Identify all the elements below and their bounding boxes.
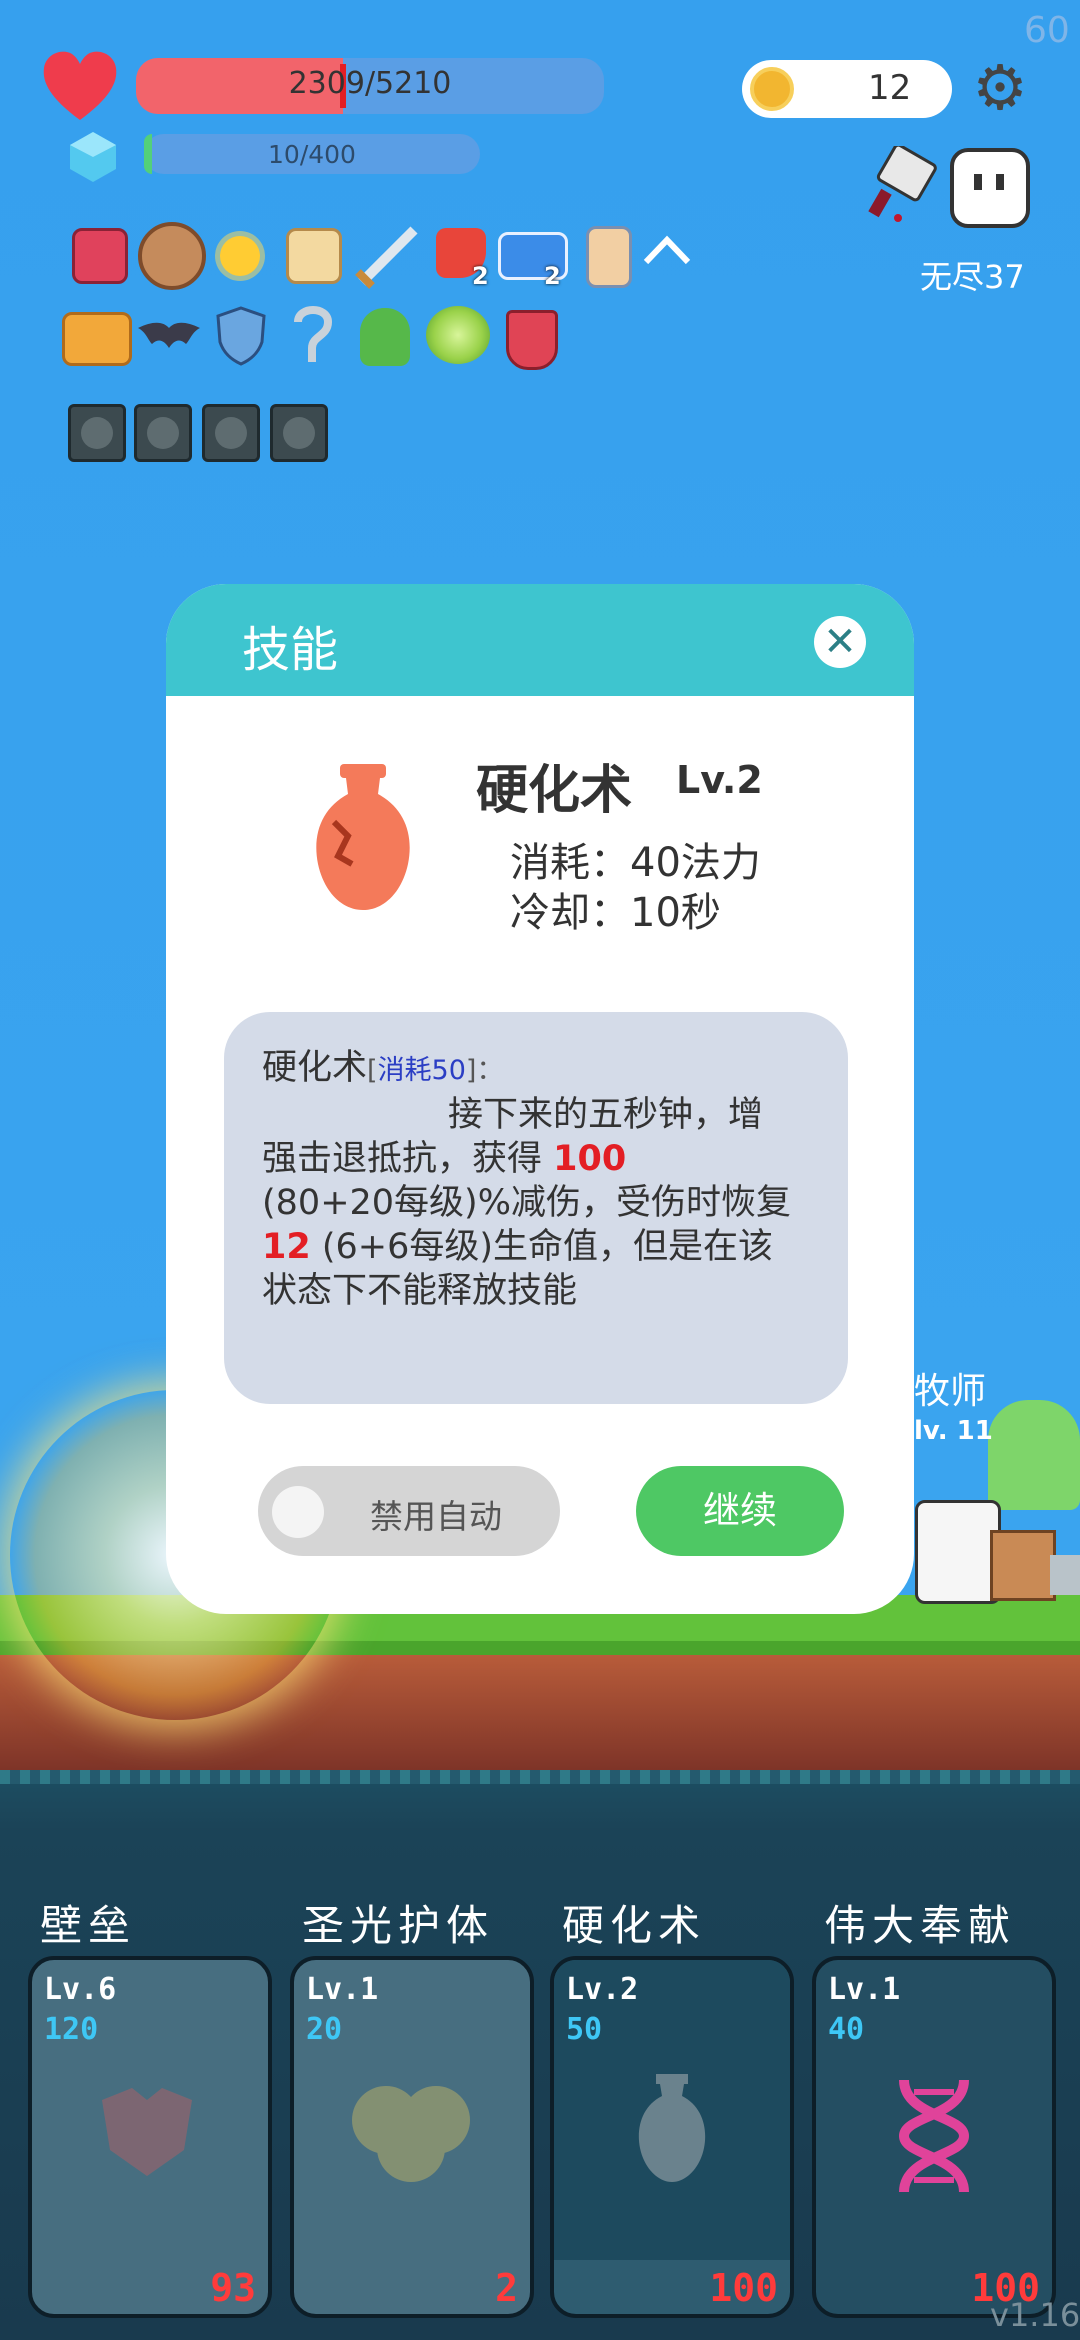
skill-vase-icon [308,764,418,914]
rune-slot-4[interactable] [270,404,328,462]
treasure-map-icon[interactable] [286,228,342,284]
skill-title-4: 伟大奉献 [824,1901,1017,1950]
skill-description-box: 硬化术[消耗50]： 接下来的五秒钟，增 强击退抵抗，获得 100 (80+20… [224,1012,848,1404]
skill-title-1: 壁垒 [40,1901,137,1950]
cleaver-icon[interactable] [866,143,938,226]
ghost-icon[interactable] [950,148,1030,228]
bat-icon[interactable] [136,318,202,354]
skill-dialog: 技能 ✕ 硬化术 Lv.2 消耗：40法力 冷却：10秒 硬化术[消耗50]： … [166,584,914,1614]
red-badge-icon[interactable] [506,310,558,370]
hp-bar: 2309/5210 [136,58,604,114]
skill-title-2: 圣光护体 [302,1901,495,1950]
skill-card-cost: 40 [828,2012,865,2047]
jam-jar-icon[interactable] [72,228,128,284]
desc-cost-bracket-open: [ [367,1055,378,1086]
rune-slot-3[interactable] [202,404,260,462]
holy-light-icon [346,2070,476,2190]
dialog-title: 技能 [242,622,339,678]
coin-icon [750,67,794,111]
skill-card-great-devotion[interactable]: Lv.1 40 100 [812,1956,1056,2318]
desc-reduction-value: 100 [553,1139,627,1179]
stone-block [1050,1555,1080,1595]
npc-level: lv. 11 [914,1416,993,1446]
sun-icon[interactable] [220,236,260,276]
desc-skill-name: 硬化术 [262,1048,368,1088]
skill-card-bulwark[interactable]: Lv.6 120 93 [28,1956,272,2318]
endless-level-label: 无尽37 [920,258,1025,296]
skill-card-cost: 120 [44,2012,99,2047]
skill-card-holy-shield[interactable]: Lv.1 20 2 [290,1956,534,2318]
skill-level: Lv.2 [676,758,763,802]
green-monster-icon[interactable] [360,308,410,366]
round-shield-icon[interactable] [138,222,206,290]
skill-card-cost: 50 [566,2012,603,2047]
desc-heal-value: 12 [262,1227,311,1267]
vase-icon [634,2074,710,2184]
panel-edge [0,1770,1080,1784]
coin-value: 12 [868,68,912,108]
skill-name: 硬化术 [476,761,633,821]
rune-slot-1[interactable] [68,404,126,462]
disable-auto-toggle[interactable]: 禁用自动 [258,1466,560,1556]
skill-card-level: Lv.1 [306,1972,379,2007]
close-button[interactable]: ✕ [814,616,866,668]
toggle-knob [272,1486,324,1538]
dna-icon [888,2076,980,2196]
skill-description: 硬化术[消耗50]： 接下来的五秒钟，增 强击退抵抗，获得 100 (80+20… [262,1046,822,1313]
desc-line-3: (80+20每级)%减伤，受伤时恢复 [262,1183,791,1223]
red-sock-count: 2 [472,262,489,290]
background-tree [988,1400,1080,1510]
skill-card-level: Lv.2 [566,1972,639,2007]
settings-gear-icon[interactable]: ⚙ [968,57,1032,121]
continue-button[interactable]: 继续 [636,1466,844,1556]
toggle-label: 禁用自动 [370,1497,502,1536]
skill-card-cooldown: 100 [709,2266,778,2310]
heart-icon [40,48,120,124]
rune-slot-2[interactable] [134,404,192,462]
skill-card-level: Lv.6 [44,1972,117,2007]
hp-text: 2309/5210 [288,66,452,101]
fps-counter: 60 [1024,10,1070,51]
desc-line-1: 接下来的五秒钟，增 [448,1095,764,1135]
mp-bar: 10/400 [144,134,480,174]
desc-line-5: 状态下不能释放技能 [262,1271,578,1311]
armor-icon [92,2080,202,2180]
sword-icon[interactable] [352,222,422,292]
fence [990,1530,1056,1601]
mana-crystal-icon [66,130,120,184]
menu-book-icon[interactable] [62,312,132,366]
blue-shield-icon[interactable] [214,306,268,366]
priest-npc [915,1500,1001,1604]
desc-line-4: (6+6每级)生命值，但是在该 [310,1227,774,1267]
desc-cost-tag: 消耗50 [377,1055,466,1086]
coin-counter: 12 [742,60,952,118]
mp-text: 10/400 [268,140,356,169]
skill-card-cooldown: 2 [495,2266,518,2310]
hook-icon[interactable] [290,300,336,370]
skill-cooldown-line: 冷却：10秒 [510,890,721,936]
npc-name: 牧师 [914,1371,987,1412]
lime-icon[interactable] [426,306,490,364]
bandaged-hand-icon[interactable] [586,226,632,288]
skill-card-cooldown: 93 [210,2266,256,2310]
skill-title-3: 硬化术 [562,1901,707,1950]
chevron-up-icon[interactable] [642,232,692,268]
skill-card-harden[interactable]: Lv.2 50 100 [550,1956,794,2318]
version-label: v1.16 [990,2296,1080,2334]
skill-card-cost: 20 [306,2012,343,2047]
desc-line-2: 强击退抵抗，获得 [262,1139,554,1179]
skill-card-level: Lv.1 [828,1972,901,2007]
desc-cost-bracket-close: ]： [465,1055,504,1086]
star-card-count: 2 [544,262,561,290]
